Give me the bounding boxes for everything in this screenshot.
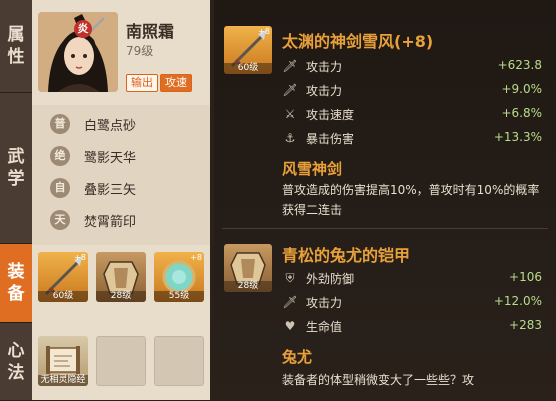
weapon-stat-row: 🗡 攻击力 +9.0% [282, 82, 542, 98]
equipment-detail-panel: +8 60级 太渊的神剑雪风(+8) 🗡 攻击力 +623.8 🗡 攻击力 +9… [214, 0, 556, 400]
skill-name: 鹭影天华 [84, 150, 137, 166]
skill-type-icon: 自 [50, 178, 70, 198]
skill-item[interactable]: 自 叠影三矢 [50, 175, 136, 201]
character-level: 79级 [126, 44, 154, 58]
shield-icon: ⛨ [285, 271, 295, 285]
heart-method-slot-empty[interactable] [96, 336, 146, 386]
equipment-slot-armor[interactable]: 28级 [96, 252, 146, 302]
skill-list: 普 白鹭点砂 绝 鹭影天华 自 叠影三矢 天 焚霄箭印 [32, 105, 210, 245]
armor-passive-desc: 装备者的体型稍微变大了一些些？攻 [282, 373, 475, 387]
armor-title: 青松的兔尤的铠甲 [282, 246, 411, 265]
sword-icon: 🗡 [282, 295, 298, 309]
armor-detail-icon: 28级 [224, 244, 272, 292]
armor-stat-row: 🗡 攻击力 +12.0% [282, 294, 542, 310]
sword-icon: 🗡 [282, 59, 298, 73]
weapon-passive-title: 风雪神剑 [282, 160, 343, 178]
weapon-stat-row: ⚔ 攻击速度 +6.8% [282, 104, 542, 124]
armor-passive-title: 兔尤 [282, 348, 313, 366]
skill-type-icon: 天 [50, 210, 70, 230]
armor-stat-row: ⛨ 外劲防御 +106 [282, 268, 542, 288]
role-tag-speed: 攻速 [160, 74, 192, 92]
heart-method-slot[interactable]: 无相灵隐经 [38, 336, 88, 386]
divider [222, 228, 548, 229]
sword-icon: 🗡 [282, 83, 298, 97]
anchor-icon: ⚓ [284, 131, 296, 145]
character-name: 南照霜 [126, 22, 175, 41]
character-panel: 炎 南照霜 79级 输出 攻速 普 白鹭点砂 绝 鹭影天华 自 叠影三矢 天 焚… [32, 0, 210, 400]
equipment-row: +8 60级 28级 +8 55级 [38, 252, 206, 304]
weapon-detail-icon: +8 60级 [224, 26, 272, 74]
weapon-stat-row: ⚓ 暴击伤害 +13.3% [282, 128, 542, 148]
weapon-stat-row: 🗡 攻击力 +623.8 [282, 58, 542, 74]
tab-heart-method[interactable]: 心法 [0, 323, 32, 401]
skill-item[interactable]: 普 白鹭点砂 [50, 111, 136, 137]
element-badge: 炎 [74, 20, 92, 38]
equipment-slot-weapon[interactable]: +8 60级 [38, 252, 88, 302]
skill-type-icon: 绝 [50, 146, 70, 166]
skill-name: 白鹭点砂 [84, 118, 137, 134]
armor-stat-row: ♥ 生命值 +283 [282, 316, 542, 336]
skill-type-icon: 普 [50, 114, 70, 134]
heart-method-row: 无相灵隐经 [38, 336, 206, 388]
skill-item[interactable]: 绝 鹭影天华 [50, 143, 136, 169]
weapon-passive-desc: 普攻造成的伤害提高10%，普攻时有10%的概率获得二连击 [282, 183, 540, 217]
equipment-slot-accessory[interactable]: +8 55级 [154, 252, 204, 302]
heart-icon: ♥ [284, 319, 296, 333]
weapon-title: 太渊的神剑雪风(+8) [282, 32, 434, 51]
tab-martial-arts[interactable]: 武学 [0, 93, 32, 244]
role-tag-output: 输出 [126, 74, 158, 92]
side-tab-bar: 属性 武学 装备 心法 [0, 0, 32, 401]
double-sword-icon: ⚔ [284, 107, 296, 121]
skill-name: 焚霄箭印 [84, 214, 137, 230]
heart-method-slot-empty[interactable] [154, 336, 204, 386]
tab-equipment[interactable]: 装备 [0, 244, 32, 323]
skill-name: 叠影三矢 [84, 182, 137, 198]
skill-item[interactable]: 天 焚霄箭印 [50, 207, 136, 233]
tab-attributes[interactable]: 属性 [0, 0, 32, 93]
